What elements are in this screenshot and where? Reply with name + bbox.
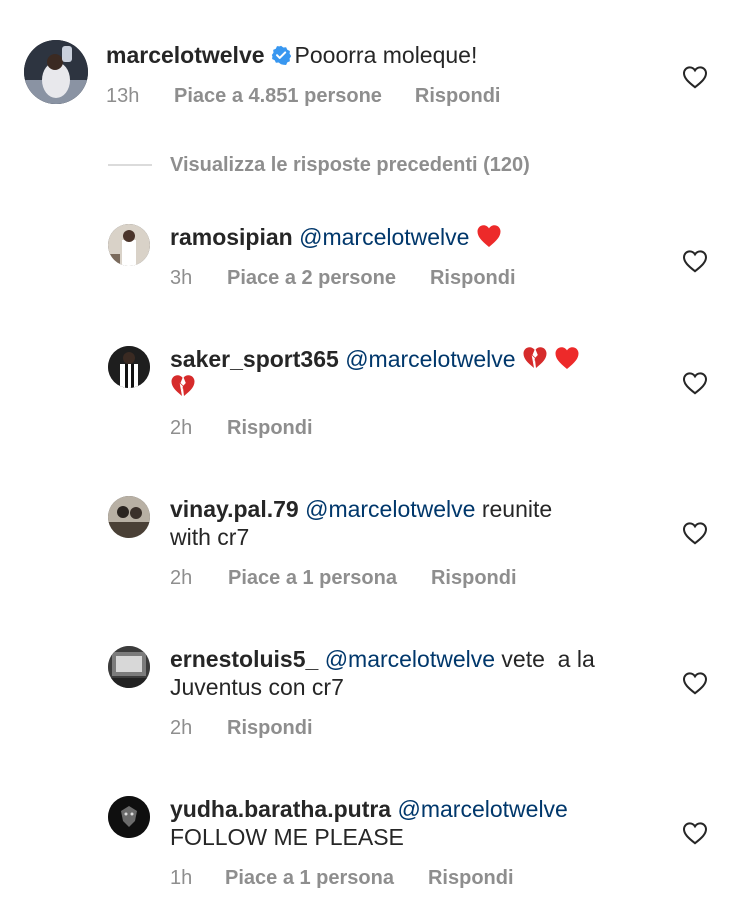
comment-username[interactable]: marcelotwelve xyxy=(106,42,265,68)
avatar-image xyxy=(108,646,150,688)
avatar[interactable] xyxy=(108,796,150,838)
reply-button[interactable]: Rispondi xyxy=(428,866,514,890)
heart-outline-icon[interactable] xyxy=(682,249,708,273)
reply-button[interactable]: Rispondi xyxy=(227,416,313,440)
mention-link[interactable]: @marcelotwelve xyxy=(299,224,469,250)
avatar-image xyxy=(108,346,150,388)
comment-body: vete a la xyxy=(501,646,595,672)
divider-line xyxy=(108,164,152,166)
comment-time: 2h xyxy=(170,417,193,439)
comment-meta: 1h Piace a 1 persona Rispondi xyxy=(170,866,514,890)
red-heart-emoji xyxy=(476,223,502,249)
comment-meta: 13h Piace a 4.851 persone Rispondi xyxy=(106,84,500,108)
comment-username[interactable]: ramosipian xyxy=(170,224,293,250)
comment-time: 3h xyxy=(170,267,193,289)
comment-username[interactable]: ernestoluis5_ xyxy=(170,646,318,672)
comment-text: ramosipian @marcelotwelve xyxy=(170,223,502,251)
likes-count-link[interactable]: Piace a 4.851 persone xyxy=(174,84,382,108)
avatar-image xyxy=(108,224,150,266)
reply-button[interactable]: Rispondi xyxy=(431,566,517,590)
comment-text: saker_sport365 @marcelotwelve xyxy=(170,345,640,401)
comment-username[interactable]: vinay.pal.79 xyxy=(170,496,299,522)
broken-heart-emoji xyxy=(522,345,548,371)
reply-button[interactable]: Rispondi xyxy=(227,716,313,740)
comment-username[interactable]: saker_sport365 xyxy=(170,346,339,372)
comment-text: yudha.baratha.putra @marcelotwelve FOLLOW… xyxy=(170,795,568,851)
likes-count-link[interactable]: Piace a 2 persone xyxy=(227,266,396,290)
heart-outline-icon[interactable] xyxy=(682,521,708,545)
comment-text: marcelotwelve Pooorra moleque! xyxy=(106,41,477,69)
heart-outline-icon[interactable] xyxy=(682,671,708,695)
comment-body-line-2: Juventus con cr7 xyxy=(170,674,344,700)
avatar[interactable] xyxy=(24,40,88,104)
comment-body-line-2: FOLLOW ME PLEASE xyxy=(170,824,404,850)
avatar[interactable] xyxy=(108,646,150,688)
comment-meta: 2h Piace a 1 persona Rispondi xyxy=(170,566,517,590)
comment-text: ernestoluis5_ @marcelotwelve vete a la Ju… xyxy=(170,645,595,701)
mention-link[interactable]: @marcelotwelve xyxy=(305,496,475,522)
avatar[interactable] xyxy=(108,346,150,388)
comment-time: 1h xyxy=(170,867,193,889)
verified-badge-icon xyxy=(271,43,291,65)
reply-button[interactable]: Rispondi xyxy=(415,84,501,108)
likes-count-link[interactable]: Piace a 1 persona xyxy=(225,866,394,890)
comment-meta: 2h Rispondi xyxy=(170,416,313,440)
comment-body-line-2: with cr7 xyxy=(170,524,250,550)
view-replies-label[interactable]: Visualizza le risposte precedenti (120) xyxy=(170,154,530,177)
red-heart-emoji xyxy=(554,345,580,371)
heart-outline-icon[interactable] xyxy=(682,821,708,845)
avatar[interactable] xyxy=(108,496,150,538)
view-previous-replies[interactable]: Visualizza le risposte precedenti (120) xyxy=(108,150,530,180)
comment-body: reunite xyxy=(481,496,553,522)
comment-body: Pooorra moleque! xyxy=(294,42,478,68)
avatar-image xyxy=(108,796,150,838)
avatar-image xyxy=(24,40,88,104)
comment-username[interactable]: yudha.baratha.putra xyxy=(170,796,391,822)
mention-link[interactable]: @marcelotwelve xyxy=(325,646,495,672)
comments-screen: marcelotwelve Pooorra moleque! 13h Piace a… xyxy=(0,0,750,911)
broken-heart-emoji xyxy=(170,373,196,399)
comment-meta: 3h Piace a 2 persone Rispondi xyxy=(170,266,516,290)
avatar-image xyxy=(108,496,150,538)
comment-time: 13h xyxy=(106,85,140,107)
mention-link[interactable]: @marcelotwelve xyxy=(398,796,568,822)
comment-text: vinay.pal.79 @marcelotwelve reunite with … xyxy=(170,495,552,551)
reply-button[interactable]: Rispondi xyxy=(430,266,516,290)
comment-time: 2h xyxy=(170,567,193,589)
heart-outline-icon[interactable] xyxy=(682,65,708,89)
mention-link[interactable]: @marcelotwelve xyxy=(345,346,515,372)
comment-meta: 2h Rispondi xyxy=(170,716,313,740)
comment-time: 2h xyxy=(170,717,193,739)
likes-count-link[interactable]: Piace a 1 persona xyxy=(228,566,397,590)
avatar[interactable] xyxy=(108,224,150,266)
heart-outline-icon[interactable] xyxy=(682,371,708,395)
